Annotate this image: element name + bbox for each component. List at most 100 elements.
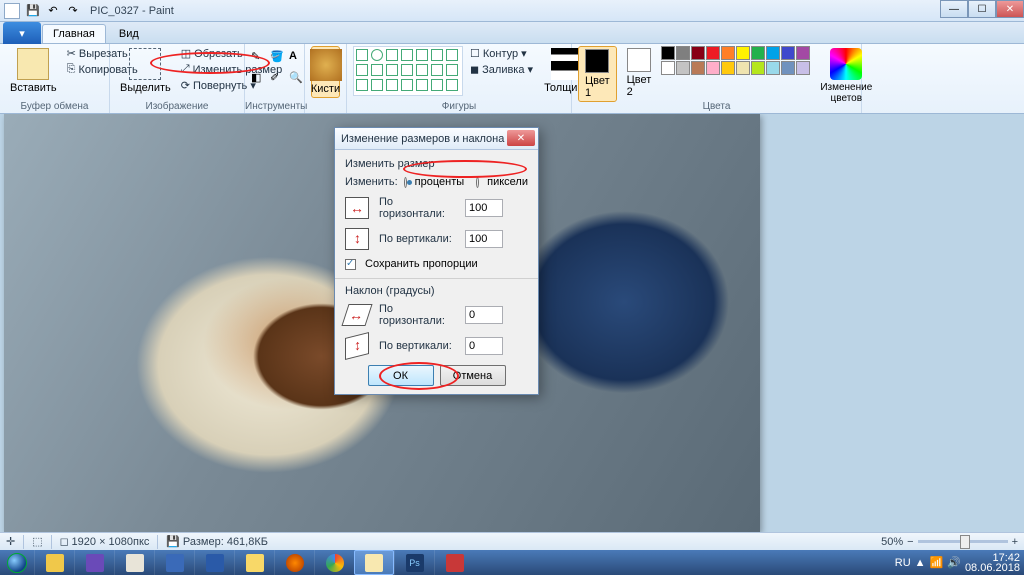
clock[interactable]: 17:42 08.06.2018	[965, 553, 1020, 573]
cancel-button[interactable]: Отмена	[440, 365, 506, 386]
rotate-icon: ⟳	[181, 79, 190, 92]
zoom-out-button[interactable]: −	[907, 536, 913, 548]
taskbar-app-5[interactable]	[434, 550, 474, 575]
palette-color[interactable]	[691, 61, 705, 75]
taskbar-app-chrome[interactable]	[314, 550, 354, 575]
magnifier-icon[interactable]: 🔍	[289, 71, 305, 87]
eraser-icon[interactable]: ◧	[251, 71, 267, 87]
edit-colors-button[interactable]: Изменение цветов	[816, 46, 876, 106]
brushes-button[interactable]: Кисти	[311, 46, 340, 98]
minimize-button[interactable]: —	[940, 0, 968, 18]
fill-icon[interactable]: 🪣	[270, 50, 286, 66]
radio-percent[interactable]	[404, 177, 407, 188]
dimensions: 1920 × 1080пкс	[72, 536, 150, 548]
shape-fill-button[interactable]: ◼Заливка ▾	[467, 62, 536, 77]
quick-access-toolbar: 💾 ↶ ↷	[24, 3, 82, 19]
dialog-title: Изменение размеров и наклона	[341, 133, 504, 145]
cut-icon: ✂	[67, 47, 76, 60]
palette-color[interactable]	[736, 46, 750, 60]
palette-color[interactable]	[676, 46, 690, 60]
palette-color[interactable]	[721, 61, 735, 75]
vert-resize-input[interactable]	[465, 230, 503, 248]
palette-color[interactable]	[706, 46, 720, 60]
taskbar-app-3[interactable]	[114, 550, 154, 575]
palette-color[interactable]	[796, 46, 810, 60]
redo-icon[interactable]: ↷	[64, 3, 82, 19]
keep-ratio-checkbox[interactable]	[345, 259, 356, 270]
taskbar-app-photoshop[interactable]: Ps	[394, 550, 434, 575]
vert-skew-icon	[345, 332, 369, 360]
text-icon[interactable]: A	[289, 50, 305, 66]
color-palette[interactable]	[661, 46, 810, 75]
close-button[interactable]: ✕	[996, 0, 1024, 18]
color2-button[interactable]: Цвет 2	[623, 46, 656, 100]
palette-color[interactable]	[766, 61, 780, 75]
taskbar-app-folder[interactable]	[234, 550, 274, 575]
palette-color[interactable]	[706, 61, 720, 75]
outline-button[interactable]: ☐Контур ▾	[467, 46, 536, 61]
maximize-button[interactable]: ☐	[968, 0, 996, 18]
vert-resize-icon	[345, 228, 369, 250]
ok-button[interactable]: ОК	[368, 365, 434, 386]
dialog-close-button[interactable]: ✕	[507, 130, 535, 146]
radio-pixels[interactable]	[476, 177, 479, 188]
select-icon	[129, 48, 161, 80]
crop-icon: ◫	[181, 47, 191, 60]
palette-color[interactable]	[661, 46, 675, 60]
undo-icon[interactable]: ↶	[44, 3, 62, 19]
resize-skew-dialog: Изменение размеров и наклона ✕ Изменить …	[334, 127, 539, 395]
zoom-slider[interactable]	[918, 540, 1008, 543]
palette-color[interactable]	[796, 61, 810, 75]
palette-color[interactable]	[751, 61, 765, 75]
tray-flag-icon[interactable]: ▲	[915, 557, 926, 569]
system-menu-icon[interactable]	[4, 3, 20, 19]
select-button[interactable]: Выделить	[116, 46, 175, 96]
taskbar-app-1[interactable]	[34, 550, 74, 575]
palette-color[interactable]	[721, 46, 735, 60]
ribbon-tabs: Главная Вид	[0, 22, 1024, 44]
vert-skew-input[interactable]	[465, 337, 503, 355]
group-colors-label: Цвета	[572, 101, 861, 112]
taskbar-app-word[interactable]	[194, 550, 234, 575]
palette-color[interactable]	[736, 61, 750, 75]
horiz-skew-icon	[341, 304, 372, 326]
tab-view[interactable]: Вид	[108, 24, 150, 43]
titlebar: 💾 ↶ ↷ PIC_0327 - Paint — ☐ ✕	[0, 0, 1024, 22]
horiz-skew-input[interactable]	[465, 306, 503, 324]
filesize: Размер: 461,8КБ	[183, 536, 268, 548]
taskbar-app-firefox[interactable]	[274, 550, 314, 575]
palette-color[interactable]	[781, 61, 795, 75]
palette-color[interactable]	[766, 46, 780, 60]
group-shapes-label: Фигуры	[347, 101, 571, 112]
copy-icon: ⎘	[67, 63, 76, 76]
file-tab[interactable]: ▾	[3, 22, 41, 44]
outline-icon: ☐	[470, 47, 480, 60]
taskbar: Ps RU ▲ 📶 🔊 17:42 08.06.2018	[0, 550, 1024, 575]
pencil-icon[interactable]: ✎	[251, 50, 267, 66]
palette-color[interactable]	[691, 46, 705, 60]
dialog-titlebar[interactable]: Изменение размеров и наклона ✕	[335, 128, 538, 150]
tray-volume-icon[interactable]: 🔊	[947, 556, 961, 569]
picker-icon[interactable]: ✐	[270, 71, 286, 87]
taskbar-app-paint[interactable]	[354, 550, 394, 575]
palette-color[interactable]	[661, 61, 675, 75]
palette-color[interactable]	[751, 46, 765, 60]
paste-button[interactable]: Вставить	[6, 46, 61, 96]
palette-color[interactable]	[781, 46, 795, 60]
palette-color[interactable]	[676, 61, 690, 75]
start-button[interactable]	[0, 550, 34, 575]
paint-statusbar: ✛ ⬚ ◻ 1920 × 1080пкс 💾 Размер: 461,8КБ 5…	[0, 532, 1024, 550]
resize-icon: ⤢	[181, 63, 190, 76]
color1-button[interactable]: Цвет 1	[578, 46, 617, 102]
taskbar-app-4[interactable]	[154, 550, 194, 575]
tab-home[interactable]: Главная	[42, 24, 106, 43]
ribbon: Вставить ✂Вырезать ⎘Копировать Буфер обм…	[0, 44, 1024, 114]
shapes-gallery[interactable]	[353, 46, 463, 96]
save-icon[interactable]: 💾	[24, 3, 42, 19]
taskbar-app-2[interactable]	[74, 550, 114, 575]
tray-network-icon[interactable]: 📶	[930, 556, 944, 569]
zoom-in-button[interactable]: +	[1012, 536, 1018, 548]
paste-label: Вставить	[10, 82, 57, 94]
horiz-resize-input[interactable]	[465, 199, 503, 217]
lang-indicator[interactable]: RU	[895, 557, 911, 569]
